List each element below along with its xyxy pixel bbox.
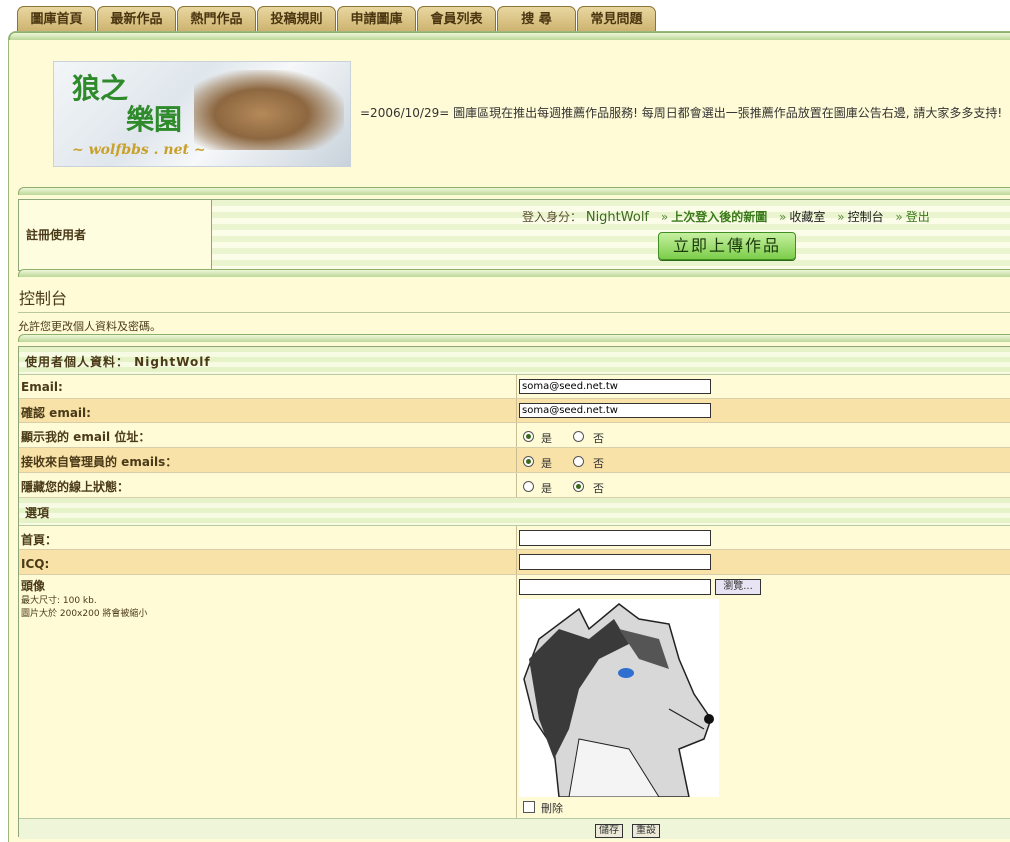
hide-online-no-radio[interactable] [573,481,584,492]
profile-form: 使用者個人資料： NightWolf Email: 確認 email: 顯示我的… [18,346,1010,839]
tab-apply-gallery[interactable]: 申請圖庫 [337,6,416,31]
hide-online-label: 隱藏您的線上狀態： [21,480,130,494]
options-header-text: 選項 [25,506,50,520]
icq-label: ICQ: [21,557,50,571]
wolf-avatar-illustration [523,603,714,797]
avatar-row: 頭像 最大尺寸: 100 kb. 圖片大於 200x200 將會被縮小 瀏覽..… [19,575,1010,819]
announcement-text: =2006/10/29= 圖庫區現在推出每週推薦作品服務! 每周日都會選出一張推… [360,106,1003,120]
page-title: 控制台 [19,289,68,308]
page-description: 允許您更改個人資料及密碼。 [18,320,161,333]
show-email-no-radio[interactable] [573,431,584,442]
email-row: Email: [19,375,1010,399]
delete-avatar-checkbox[interactable] [523,801,535,813]
profile-section-header: 使用者個人資料： NightWolf [19,347,1010,375]
logo-title-line1: 狼之 [72,72,129,105]
sep-icon: » [660,210,669,224]
login-bottom-strip [18,269,1010,277]
avatar-size-note: 最大尺寸: 100 kb. [21,596,97,606]
radio-no-label: 否 [593,482,604,495]
upload-button[interactable]: 立即上傳作品 [658,232,796,260]
new-since-last-login-link[interactable]: 上次登入後的新圖 [671,210,767,224]
logo-site-name: ~ wolfbbs . net ~ [72,142,206,158]
tab-popular[interactable]: 熱門作品 [177,6,256,31]
hide-online-row: 隱藏您的線上狀態： 是 否 [19,473,1010,498]
control-panel-link[interactable]: 控制台 [848,210,884,224]
divider [18,312,1010,313]
site-logo[interactable]: 狼之 樂園 ~ wolfbbs . net ~ [53,61,351,167]
homepage-label: 首頁： [21,533,58,547]
receive-admin-row: 接收來自管理員的 emails： 是 否 [19,448,1010,473]
radio-yes-label: 是 [541,432,552,445]
sep-icon: » [837,210,845,224]
profile-header-text: 使用者個人資料： NightWolf [25,355,211,369]
delete-avatar-label: 刪除 [541,802,563,815]
homepage-field[interactable] [519,530,711,546]
favorites-link[interactable]: 收藏室 [789,210,825,224]
show-email-label: 顯示我的 email 位址： [21,430,151,444]
avatar-label: 頭像 [21,579,46,593]
user-role-cell: 註冊使用者 [19,200,212,270]
logout-link[interactable]: 登出 [906,210,930,224]
options-section-header: 選項 [19,498,1010,526]
show-email-row: 顯示我的 email 位址： 是 否 [19,423,1010,448]
show-email-yes-radio[interactable] [523,431,534,442]
icq-row: ICQ: [19,550,1010,575]
avatar-image [519,599,719,797]
tab-rules[interactable]: 投稿規則 [257,6,336,31]
tab-faq[interactable]: 常見問題 [577,6,656,31]
identity-label: 登入身分： [522,210,583,224]
frame-top-strip [9,32,1010,40]
confirm-email-field[interactable] [519,403,711,418]
username: NightWolf [585,210,650,225]
hide-online-yes-radio[interactable] [523,481,534,492]
tab-gallery-home[interactable]: 圖庫首頁 [17,6,96,31]
confirm-email-row: 確認 email: [19,399,1010,423]
user-role-label: 註冊使用者 [26,228,87,242]
email-label: Email: [21,380,63,394]
sep-icon: » [779,210,787,224]
radio-yes-label: 是 [541,457,552,470]
avatar-file-field[interactable] [519,579,711,595]
login-top-strip [18,187,1010,195]
email-field[interactable] [519,379,711,394]
confirm-email-label: 確認 email: [21,406,91,420]
receive-admin-label: 接收來自管理員的 emails： [21,455,178,469]
login-info-line: 登入身分： NightWolf » 上次登入後的新圖 » 收藏室 » 控制台 » 登出 [522,208,930,225]
reset-button[interactable]: 重設 [632,824,660,838]
top-nav: 圖庫首頁 最新作品 熱門作品 投稿規則 申請圖庫 會員列表 搜 尋 常見問題 [0,0,1010,32]
sep-icon: » [895,210,903,224]
profile-top-strip [18,334,1010,342]
tab-latest[interactable]: 最新作品 [97,6,176,31]
radio-yes-label: 是 [541,482,552,495]
form-actions: 儲存 重設 [19,818,1010,839]
browse-button[interactable]: 瀏覽... [715,579,761,595]
login-panel: 註冊使用者 登入身分： NightWolf » 上次登入後的新圖 » 收藏室 » 控制… [18,199,1010,271]
avatar-resize-note: 圖片大於 200x200 將會被縮小 [21,609,148,619]
receive-admin-yes-radio[interactable] [523,456,534,467]
receive-admin-no-radio[interactable] [573,456,584,467]
tab-search[interactable]: 搜 尋 [497,6,576,31]
radio-no-label: 否 [593,457,604,470]
tab-member-list[interactable]: 會員列表 [417,6,496,31]
logo-title-line2: 樂園 [126,103,183,136]
icq-field[interactable] [519,554,711,570]
homepage-row: 首頁： [19,526,1010,550]
wolf-photo [194,70,344,150]
radio-no-label: 否 [593,432,604,445]
save-button[interactable]: 儲存 [595,824,623,838]
